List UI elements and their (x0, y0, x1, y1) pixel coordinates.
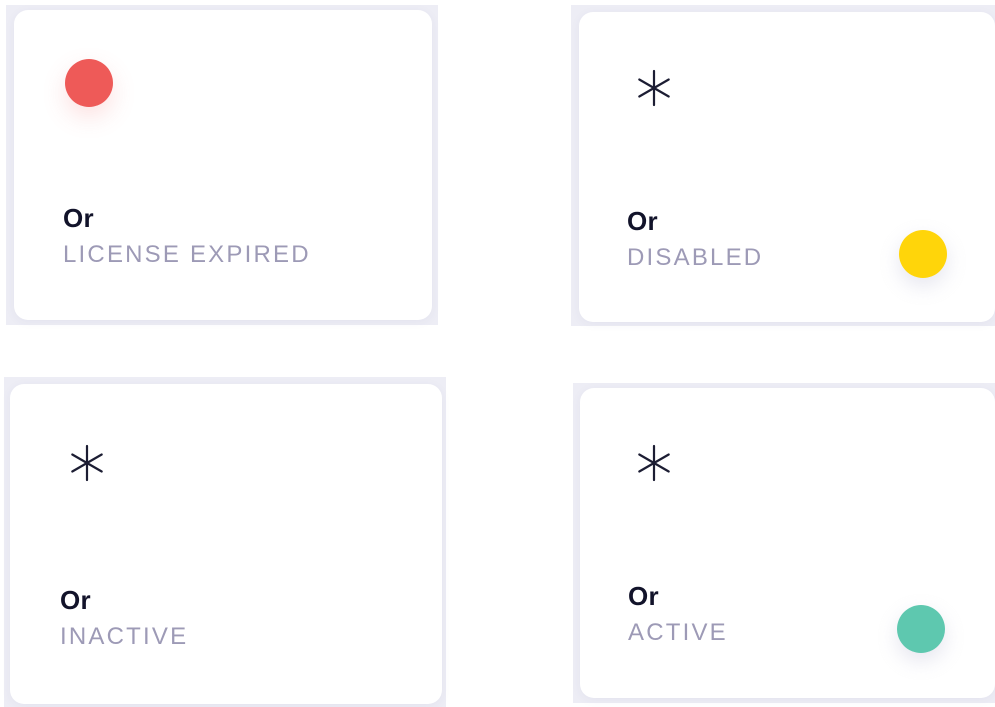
license-expired-card[interactable]: Or LICENSE EXPIRED (14, 10, 432, 320)
inactive-card[interactable]: Or INACTIVE (10, 384, 442, 704)
disabled-card[interactable]: Or DISABLED (579, 12, 995, 322)
asterisk-icon (634, 443, 674, 483)
card-status: ACTIVE (628, 619, 728, 646)
card-name: Or (60, 585, 91, 615)
card-name: Or (628, 581, 659, 611)
red-dot-icon (65, 59, 113, 107)
card-status: DISABLED (627, 244, 764, 271)
active-card[interactable]: Or ACTIVE (580, 388, 995, 698)
card-status: LICENSE EXPIRED (63, 241, 311, 268)
asterisk-icon (634, 68, 674, 108)
green-dot-icon (897, 605, 945, 653)
card-status: INACTIVE (60, 623, 189, 650)
asterisk-icon (67, 443, 107, 483)
card-name: Or (63, 203, 94, 233)
yellow-dot-icon (899, 230, 947, 278)
card-name: Or (627, 206, 658, 236)
